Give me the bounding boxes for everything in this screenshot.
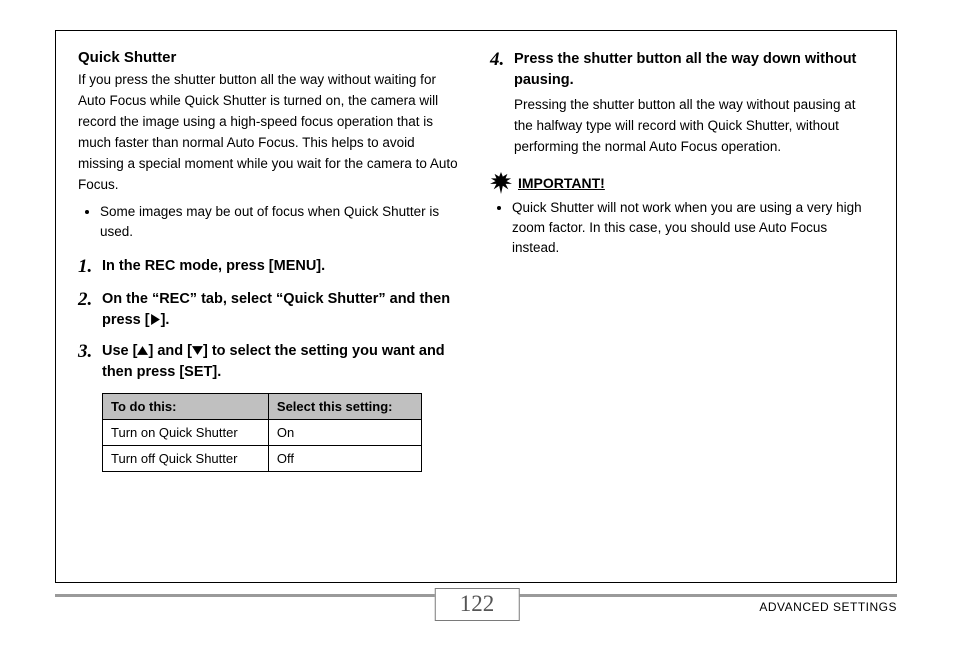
important-list: Quick Shutter will not work when you are… [490, 198, 874, 259]
table-cell: Off [268, 445, 421, 471]
section-title: Quick Shutter [78, 49, 462, 66]
page-number: 122 [435, 588, 520, 621]
left-column: Quick Shutter If you press the shutter b… [78, 49, 476, 567]
list-item: Quick Shutter will not work when you are… [512, 198, 874, 259]
step-3: 3. Use [ ] and [ ] to select the setting… [78, 341, 462, 383]
step-text-fragment: ]. [161, 312, 170, 328]
down-arrow-icon [192, 345, 203, 358]
important-label: IMPORTANT! [518, 175, 605, 191]
right-arrow-icon [150, 314, 161, 327]
manual-page: Quick Shutter If you press the shutter b… [0, 0, 954, 646]
right-column: 4. Press the shutter button all the way … [476, 49, 874, 567]
page-border: Quick Shutter If you press the shutter b… [55, 30, 897, 583]
step-1: 1. In the REC mode, press [MENU]. [78, 256, 462, 279]
table-cell: On [268, 419, 421, 445]
table-row: Turn on Quick Shutter On [103, 419, 422, 445]
step-text: Press the shutter button all the way dow… [514, 49, 874, 91]
table-header: Select this setting: [268, 393, 421, 419]
step-number: 2. [78, 289, 102, 312]
important-heading: IMPORTANT! [490, 172, 874, 194]
table-row: Turn off Quick Shutter Off [103, 445, 422, 471]
step-subtext: Pressing the shutter button all the way … [514, 95, 874, 158]
notes-list: Some images may be out of focus when Qui… [78, 202, 462, 243]
step-text: In the REC mode, press [MENU]. [102, 256, 325, 277]
step-text: Use [ ] and [ ] to select the setting yo… [102, 341, 462, 383]
step-number: 3. [78, 341, 102, 364]
step-number: 4. [490, 49, 514, 72]
content-columns: Quick Shutter If you press the shutter b… [56, 31, 896, 582]
up-arrow-icon [137, 345, 148, 358]
table-row: To do this: Select this setting: [103, 393, 422, 419]
table-cell: Turn off Quick Shutter [103, 445, 269, 471]
step-4: 4. Press the shutter button all the way … [490, 49, 874, 158]
step-text-fragment: ] and [ [148, 343, 192, 359]
step-2: 2. On the “REC” tab, select “Quick Shutt… [78, 289, 462, 331]
settings-table: To do this: Select this setting: Turn on… [102, 393, 422, 472]
step-number: 1. [78, 256, 102, 279]
step-text: On the “REC” tab, select “Quick Shutter”… [102, 289, 462, 331]
table-header: To do this: [103, 393, 269, 419]
list-item: Some images may be out of focus when Qui… [100, 202, 462, 243]
step-text-fragment: Use [ [102, 343, 137, 359]
table-cell: Turn on Quick Shutter [103, 419, 269, 445]
footer-section-label: ADVANCED SETTINGS [759, 600, 897, 614]
intro-text: If you press the shutter button all the … [78, 70, 462, 196]
starburst-icon [490, 172, 512, 194]
